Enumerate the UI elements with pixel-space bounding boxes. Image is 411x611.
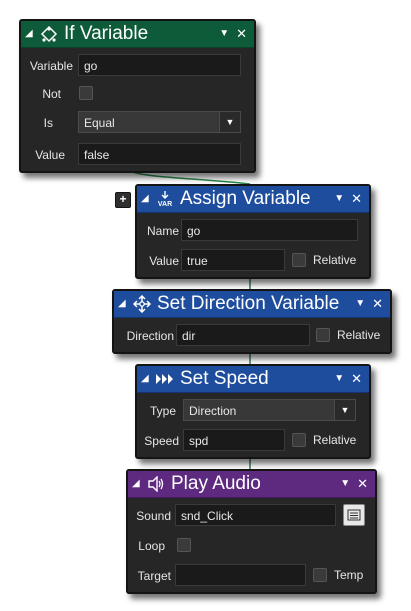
- dropdown-arrow-icon[interactable]: ▼: [334, 400, 355, 420]
- direction-input[interactable]: dir: [176, 324, 310, 346]
- is-dropdown[interactable]: Equal ▼: [78, 111, 241, 133]
- block-menu-arrow-icon[interactable]: ▼: [334, 366, 344, 392]
- target-input[interactable]: [175, 564, 306, 586]
- block-close-icon[interactable]: ✕: [357, 471, 368, 497]
- loop-label: Loop: [138, 539, 165, 553]
- set-direction-variable-block[interactable]: ◢ Set Direction Variable ▼ ✕ Direction d…: [112, 289, 392, 354]
- set-speed-header[interactable]: ◢ Set Speed ▼ ✕: [137, 366, 369, 393]
- block-menu-arrow-icon[interactable]: ▼: [219, 21, 229, 47]
- speed-label: Speed: [144, 434, 179, 448]
- set-speed-block[interactable]: ◢ Set Speed ▼ ✕ Type Direction ▼ Speed s…: [135, 364, 371, 459]
- temp-label: Temp: [334, 568, 364, 582]
- block-menu-arrow-icon[interactable]: ▼: [340, 471, 350, 497]
- variable-label: Variable: [29, 59, 73, 73]
- relative-label: Relative: [337, 328, 381, 342]
- set-direction-variable-header[interactable]: ◢ Set Direction Variable ▼ ✕: [114, 291, 390, 318]
- is-label: Is: [43, 116, 53, 130]
- speed-input[interactable]: spd: [183, 429, 285, 451]
- variable-input[interactable]: go: [78, 54, 241, 76]
- play-audio-block[interactable]: ◢ Play Audio ▼ ✕ Sound snd_Click Loop Ta…: [126, 469, 377, 594]
- block-title: Assign Variable: [180, 188, 311, 209]
- var-icon: VAR: [155, 189, 175, 209]
- block-close-icon[interactable]: ✕: [351, 366, 362, 392]
- value-input[interactable]: false: [78, 143, 241, 165]
- collapse-triangle-icon[interactable]: ◢: [118, 291, 132, 317]
- resource-picker-button[interactable]: [343, 504, 365, 526]
- if-variable-header[interactable]: ◢ If Variable ▼ ✕: [21, 21, 254, 48]
- not-checkbox[interactable]: [79, 86, 93, 100]
- block-close-icon[interactable]: ✕: [372, 291, 383, 317]
- type-label: Type: [149, 404, 176, 418]
- block-title: If Variable: [64, 23, 149, 44]
- assign-variable-header[interactable]: ◢ VAR Assign Variable ▼ ✕: [137, 186, 369, 213]
- block-title: Set Speed: [180, 368, 269, 389]
- add-action-button[interactable]: +: [115, 192, 131, 208]
- value-label: Value: [35, 148, 65, 162]
- collapse-triangle-icon[interactable]: ◢: [132, 471, 146, 497]
- relative-checkbox[interactable]: [292, 253, 306, 267]
- not-label: Not: [42, 87, 61, 101]
- direction-label: Direction: [126, 329, 174, 343]
- type-dropdown[interactable]: Direction ▼: [183, 399, 356, 421]
- condition-icon: [39, 24, 59, 44]
- collapse-triangle-icon[interactable]: ◢: [141, 186, 155, 212]
- relative-checkbox[interactable]: [316, 328, 330, 342]
- var-icon-text: VAR: [158, 201, 172, 208]
- dropdown-arrow-icon[interactable]: ▼: [219, 112, 240, 132]
- collapse-triangle-icon[interactable]: ◢: [141, 366, 155, 392]
- block-menu-arrow-icon[interactable]: ▼: [355, 291, 365, 317]
- relative-label: Relative: [313, 433, 357, 447]
- block-menu-arrow-icon[interactable]: ▼: [334, 186, 344, 212]
- assign-variable-block[interactable]: ◢ VAR Assign Variable ▼ ✕ Name go Value …: [135, 184, 371, 279]
- move-arrows-icon: [132, 294, 152, 314]
- block-title: Play Audio: [171, 473, 261, 494]
- value-input[interactable]: true: [181, 249, 285, 271]
- block-close-icon[interactable]: ✕: [351, 186, 362, 212]
- speed-arrows-icon: [155, 369, 175, 389]
- name-label: Name: [146, 224, 179, 238]
- target-label: Target: [137, 569, 171, 583]
- is-selected-value: Equal: [84, 116, 115, 130]
- if-variable-block[interactable]: ◢ If Variable ▼ ✕ Variable go Not Is Equ…: [19, 19, 256, 173]
- relative-label: Relative: [313, 253, 357, 267]
- block-close-icon[interactable]: ✕: [236, 21, 247, 47]
- collapse-triangle-icon[interactable]: ◢: [25, 21, 39, 47]
- loop-checkbox[interactable]: [177, 538, 191, 552]
- play-audio-header[interactable]: ◢ Play Audio ▼ ✕: [128, 471, 375, 498]
- temp-checkbox[interactable]: [313, 568, 327, 582]
- block-title: Set Direction Variable: [157, 293, 340, 314]
- resource-list-icon: [347, 509, 361, 521]
- sound-input[interactable]: snd_Click: [175, 504, 336, 526]
- sound-label: Sound: [136, 509, 171, 523]
- speaker-icon: [146, 474, 166, 494]
- value-label: Value: [149, 254, 179, 268]
- name-input[interactable]: go: [181, 219, 358, 241]
- relative-checkbox[interactable]: [292, 433, 306, 447]
- type-selected-value: Direction: [189, 404, 237, 418]
